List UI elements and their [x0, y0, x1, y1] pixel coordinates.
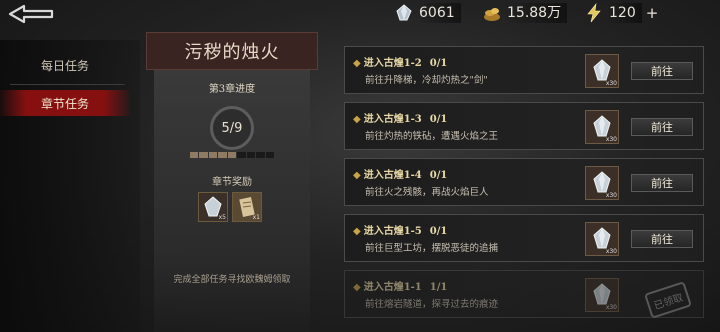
- chapter-reward-qty: x1: [252, 214, 260, 221]
- task-marker-icon: ◆: [353, 226, 361, 237]
- gold-amount: 15.88万: [505, 3, 568, 23]
- task-count: 0/1: [429, 226, 448, 237]
- task-reward-item[interactable]: x30: [585, 166, 619, 200]
- back-button[interactable]: [8, 4, 56, 24]
- chapter-progress-ring: 5/9: [210, 106, 254, 150]
- energy-add-button[interactable]: +: [646, 4, 659, 22]
- go-button[interactable]: 前往: [631, 230, 693, 248]
- task-count: 0/1: [429, 114, 448, 125]
- chapter-progress-text: 5/9: [221, 120, 243, 136]
- task-description: 前往熔岩隧道，探寻过去的痕迹: [365, 299, 499, 310]
- task-title: ◆ 进入古煌1-5 0/1: [353, 222, 447, 237]
- task-row: ◆ 进入古煌1-1 1/1 前往熔岩隧道，探寻过去的痕迹 x30 已领取: [344, 270, 704, 319]
- task-title-text: 进入古煌1-3: [363, 114, 422, 125]
- gold-currency: 15.88万: [482, 2, 568, 24]
- energy-currency: 120 +: [584, 2, 658, 24]
- task-row: ◆ 进入古煌1-5 0/1 前往巨型工坊，摆脱恶徒的追捕 x30 前往: [344, 214, 704, 262]
- chapter-footer-note: 完成全部任务寻找欧魏姆领取: [173, 275, 291, 285]
- progress-segment: [218, 152, 227, 158]
- task-title-text: 进入古煌1-2: [363, 58, 422, 69]
- progress-segment: [208, 152, 218, 158]
- task-description: 前往升降梯，冷却灼热之"剑": [365, 75, 488, 86]
- task-title: ◆ 进入古煌1-4 0/1: [353, 166, 447, 181]
- task-title: ◆ 进入古煌1-1 1/1: [353, 278, 447, 293]
- task-marker-icon: ◆: [353, 282, 361, 293]
- progress-segment: [246, 152, 256, 158]
- task-title-text: 进入古煌1-4: [363, 170, 422, 181]
- task-reward-qty: x30: [605, 136, 617, 143]
- progress-segment: [199, 152, 208, 158]
- task-reward-item[interactable]: x30: [585, 110, 619, 144]
- energy-amount: 120: [607, 3, 642, 23]
- task-marker-icon: ◆: [353, 170, 361, 181]
- task-title: ◆ 进入古煌1-3 0/1: [353, 110, 447, 125]
- tab-chapter-tasks[interactable]: 章节任务: [0, 90, 130, 116]
- task-marker-icon: ◆: [353, 114, 361, 125]
- chapter-reward-qty: x5: [218, 214, 226, 221]
- task-description: 前往巨型工坊，摆脱恶徒的追捕: [365, 243, 499, 254]
- task-description: 前往火之残骸，再战火焰巨人: [365, 187, 489, 198]
- task-reward-item[interactable]: x30: [585, 222, 619, 256]
- progress-segment: [227, 152, 237, 158]
- chapter-banner: 污秽的烛火 第3章进度 5/9 章节奖励 x5 x1 完成全部任务寻找欧魏姆领取: [146, 32, 318, 332]
- gold-pile-icon: [484, 8, 500, 21]
- task-count: 0/1: [429, 58, 448, 69]
- claimed-stamp: 已领取: [644, 281, 692, 319]
- lightning-energy-icon: [587, 3, 601, 23]
- diamond-currency: 6061: [394, 2, 461, 24]
- task-marker-icon: ◆: [353, 58, 361, 69]
- progress-segment: [190, 152, 199, 158]
- task-count: 1/1: [429, 282, 448, 293]
- back-arrow-icon: [8, 4, 54, 24]
- task-title: ◆ 进入古煌1-2 0/1: [353, 54, 447, 69]
- chapter-reward-title: 章节奖励: [212, 177, 252, 188]
- diamond-amount: 6061: [417, 3, 461, 23]
- task-reward-qty: x30: [605, 192, 617, 199]
- sidebar: 每日任务 章节任务: [0, 40, 140, 332]
- task-title-text: 进入古煌1-5: [363, 226, 422, 237]
- task-description: 前往灼热的铁砧，遭遇火焰之王: [365, 131, 499, 142]
- task-row: ◆ 进入古煌1-4 0/1 前往火之残骸，再战火焰巨人 x30 前往: [344, 158, 704, 206]
- go-button[interactable]: 前往: [631, 62, 693, 80]
- task-title-text: 进入古煌1-1: [363, 282, 422, 293]
- chapter-progress-bar: [190, 152, 274, 158]
- chapter-title: 污秽的烛火: [146, 32, 318, 70]
- chapter-reward-crystal[interactable]: x5: [198, 192, 228, 222]
- go-button[interactable]: 前往: [631, 174, 693, 192]
- chapter-reward-scroll[interactable]: x1: [232, 192, 262, 222]
- go-button[interactable]: 前往: [631, 118, 693, 136]
- task-row: ◆ 进入古煌1-3 0/1 前往灼热的铁砧，遭遇火焰之王 x30 前往: [344, 102, 704, 150]
- sidebar-divider: [10, 84, 125, 85]
- task-count: 0/1: [429, 170, 448, 181]
- progress-segment: [265, 152, 274, 158]
- task-reward-qty: x30: [605, 304, 617, 311]
- tab-daily-tasks-label: 每日任务: [40, 58, 89, 73]
- diamond-crystal-icon: [396, 4, 412, 21]
- progress-segment: [256, 152, 265, 158]
- task-list: ◆ 进入古煌1-2 0/1 前往升降梯，冷却灼热之"剑" x30 前往 ◆ 进入古煌1…: [344, 46, 704, 326]
- tab-daily-tasks[interactable]: 每日任务: [0, 52, 130, 78]
- task-reward-qty: x30: [605, 248, 617, 255]
- progress-segment: [237, 152, 246, 158]
- task-reward-item[interactable]: x30: [585, 278, 619, 312]
- task-reward-qty: x30: [605, 80, 617, 87]
- task-row: ◆ 进入古煌1-2 0/1 前往升降梯，冷却灼热之"剑" x30 前往: [344, 46, 704, 94]
- chapter-progress-title: 第3章进度: [208, 84, 256, 95]
- tab-chapter-tasks-label: 章节任务: [40, 96, 89, 111]
- task-reward-item[interactable]: x30: [585, 54, 619, 88]
